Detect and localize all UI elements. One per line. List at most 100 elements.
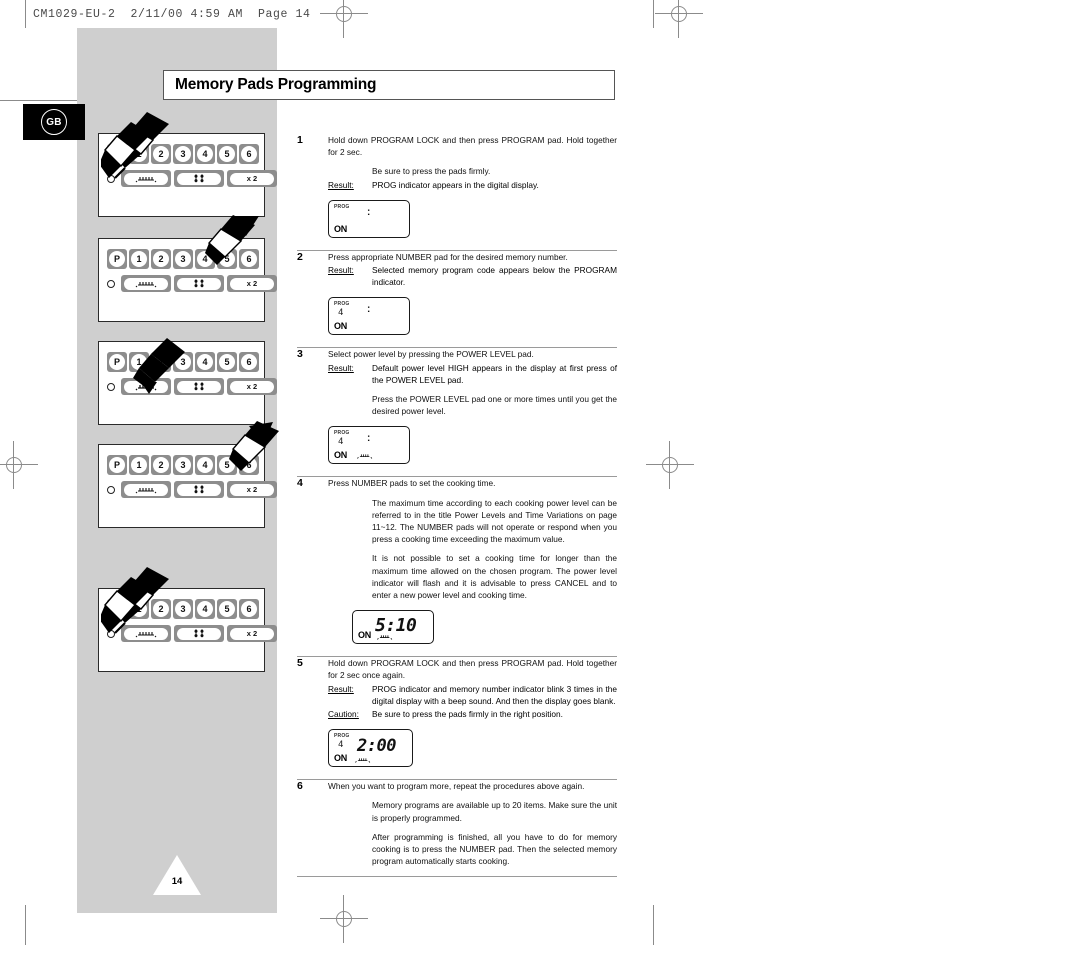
lcd-colon: :: [367, 433, 371, 445]
key-number-5[interactable]: 5: [217, 599, 237, 619]
lcd-power-level-icon: [355, 758, 371, 763]
key-number-6[interactable]: 6: [239, 599, 259, 619]
illustration-panel-1: P 1 2 3 4 5 6 x 2: [98, 112, 277, 236]
lcd-time-value: 2:00: [357, 736, 396, 757]
multiplier-button[interactable]: x 2: [227, 170, 277, 187]
lcd-display-step-1: PROG : ON: [328, 199, 410, 238]
defrost-button[interactable]: [174, 481, 224, 498]
power-level-button[interactable]: [121, 378, 171, 395]
crop-line-right-upper: [653, 0, 654, 28]
key-program[interactable]: P: [107, 599, 127, 619]
key-program[interactable]: P: [107, 144, 127, 164]
key-number-3[interactable]: 3: [173, 352, 193, 372]
defrost-button[interactable]: [174, 625, 224, 642]
step-extra-text: Press the POWER LEVEL pad one or more ti…: [372, 394, 617, 417]
multiplier-button[interactable]: x 2: [227, 625, 277, 642]
defrost-icon: [177, 172, 221, 185]
result-text: Selected memory program code appears bel…: [372, 265, 617, 288]
key-number-3[interactable]: 3: [173, 249, 193, 269]
key-number-1[interactable]: 1: [129, 249, 149, 269]
key-number-4[interactable]: 4: [195, 599, 215, 619]
lcd-power-level-icon: [357, 454, 373, 460]
oval-button-row-2: x 2: [107, 275, 277, 292]
oval-button-row-3: x 2: [107, 378, 277, 395]
key-program[interactable]: P: [107, 455, 127, 475]
illustration-panel-5: P 1 2 3 4 5 6 x 2: [98, 567, 277, 672]
step-3: 3 Select power level by pressing the POW…: [297, 348, 617, 478]
caution-label: Caution:: [328, 709, 359, 720]
key-number-5[interactable]: 5: [217, 352, 237, 372]
key-number-1[interactable]: 1: [129, 455, 149, 475]
key-number-6[interactable]: 6: [239, 249, 259, 269]
key-number-6[interactable]: 6: [239, 455, 259, 475]
power-level-button[interactable]: [121, 481, 171, 498]
indicator-dot: [107, 279, 115, 288]
page-number-triangle: [153, 855, 201, 895]
key-number-2[interactable]: 2: [151, 144, 171, 164]
power-level-icon: [124, 627, 168, 640]
registration-mark-left: [0, 441, 38, 489]
key-number-5[interactable]: 5: [217, 455, 237, 475]
key-number-5[interactable]: 5: [217, 144, 237, 164]
result-text: Default power level HIGH appears in the …: [372, 362, 617, 385]
lcd-memory-number: 4: [338, 308, 344, 319]
key-number-3[interactable]: 3: [173, 455, 193, 475]
key-number-1[interactable]: 1: [129, 144, 149, 164]
power-level-button[interactable]: [121, 170, 171, 187]
step-caution-row: Caution: Be sure to press the pads firml…: [328, 708, 617, 720]
step-4: 4 Press NUMBER pads to set the cooking t…: [297, 477, 617, 658]
key-number-2[interactable]: 2: [151, 352, 171, 372]
result-label: Result:: [328, 362, 354, 373]
step-body-paragraph-1: Memory programs are available up to 20 i…: [372, 800, 617, 823]
multiplier-button[interactable]: x 2: [227, 481, 277, 498]
step-result-row: Result: Default power level HIGH appears…: [328, 362, 617, 386]
crop-line-bottom-left: [25, 905, 26, 945]
multiplier-button[interactable]: x 2: [227, 275, 277, 292]
step-note-text: Be sure to press the pads firmly.: [372, 166, 491, 177]
key-number-1[interactable]: 1: [129, 599, 149, 619]
oval-button-row-4: x 2: [107, 481, 277, 498]
key-number-2[interactable]: 2: [151, 599, 171, 619]
lcd-power-level-icon: [377, 635, 393, 640]
power-level-icon: [124, 172, 168, 185]
indicator-dot: [107, 485, 115, 494]
key-program[interactable]: P: [107, 249, 127, 269]
defrost-button[interactable]: [174, 170, 224, 187]
key-number-3[interactable]: 3: [173, 599, 193, 619]
key-number-4[interactable]: 4: [195, 249, 215, 269]
oval-button-row-5: x 2: [107, 625, 277, 642]
key-number-2[interactable]: 2: [151, 455, 171, 475]
power-level-button[interactable]: [121, 625, 171, 642]
step-number: 2: [297, 250, 303, 263]
key-number-6[interactable]: 6: [239, 144, 259, 164]
key-program[interactable]: P: [107, 352, 127, 372]
lcd-prog-label: PROG: [334, 733, 350, 740]
defrost-button[interactable]: [174, 378, 224, 395]
result-text: PROG indicator and memory number indicat…: [372, 683, 617, 706]
step-lead-text: Press NUMBER pads to set the cooking tim…: [328, 478, 496, 489]
keypad-row-5: P 1 2 3 4 5 6: [107, 599, 259, 619]
key-number-5[interactable]: 5: [217, 249, 237, 269]
step-lead-text: Press appropriate NUMBER pad for the des…: [328, 251, 568, 262]
keypad-row-4: P 1 2 3 4 5 6: [107, 455, 259, 475]
key-number-4[interactable]: 4: [195, 352, 215, 372]
step-result-row: Result: PROG indicator appears in the di…: [328, 179, 617, 191]
power-level-button[interactable]: [121, 275, 171, 292]
step-lead-text: Hold down PROGRAM LOCK and then press PR…: [328, 135, 617, 158]
page-title: Memory Pads Programming: [175, 76, 377, 93]
key-number-6[interactable]: 6: [239, 352, 259, 372]
key-number-2[interactable]: 2: [151, 249, 171, 269]
result-label: Result:: [328, 265, 354, 276]
defrost-icon: [177, 380, 221, 393]
key-number-3[interactable]: 3: [173, 144, 193, 164]
multiplier-button[interactable]: x 2: [227, 378, 277, 395]
lcd-colon: :: [367, 206, 371, 218]
key-number-4[interactable]: 4: [195, 455, 215, 475]
key-number-1[interactable]: 1: [129, 352, 149, 372]
step-1: 1 Hold down PROGRAM LOCK and then press …: [297, 134, 617, 251]
lcd-prog-label: PROG: [334, 430, 350, 437]
defrost-button[interactable]: [174, 275, 224, 292]
key-number-4[interactable]: 4: [195, 144, 215, 164]
defrost-icon: [177, 483, 221, 496]
step-lead-text: Select power level by pressing the POWER…: [328, 349, 534, 360]
